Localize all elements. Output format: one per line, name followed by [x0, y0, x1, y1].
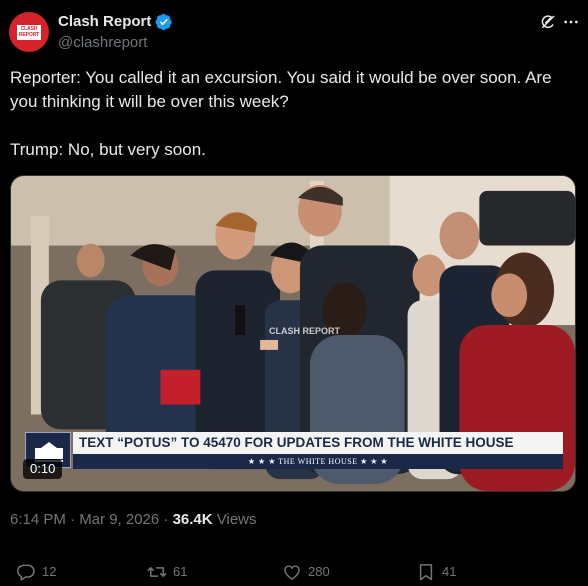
timestamp[interactable]: 6:14 PM · Mar 9, 2026 · — [10, 511, 173, 528]
tweet-text: Reporter: You called it an excursion. Yo… — [10, 68, 552, 159]
repost-icon — [147, 567, 167, 577]
action-bar: 12 61 280 41 — [10, 562, 580, 584]
tweet-header: CLASH REPORT Clash Report @clashreport — [9, 10, 579, 56]
views-label: Views — [212, 511, 257, 528]
like-button[interactable]: 280 — [282, 562, 330, 582]
tweet-meta: 6:14 PM · Mar 9, 2026 · 36.4K Views — [10, 511, 257, 529]
chyron-sub: ★ ★ ★ THE WHITE HOUSE ★ ★ ★ — [73, 454, 563, 469]
handle[interactable]: @clashreport — [58, 34, 147, 52]
repost-button[interactable]: 61 — [147, 562, 187, 582]
avatar-logo: CLASH REPORT — [17, 25, 41, 40]
display-name[interactable]: Clash Report — [58, 13, 151, 31]
reply-button[interactable]: 12 — [16, 562, 56, 582]
video-player[interactable]: CLASH REPORT TEXT “POTUS” TO 45470 FOR U… — [10, 175, 576, 492]
grok-icon[interactable] — [539, 13, 557, 31]
reply-icon — [16, 564, 35, 581]
chyron-main: TEXT “POTUS” TO 45470 FOR UPDATES FROM T… — [73, 432, 563, 454]
heart-icon — [284, 565, 300, 580]
video-duration: 0:10 — [23, 459, 63, 479]
bookmark-icon — [419, 564, 433, 581]
bookmark-button[interactable]: 41 — [416, 562, 456, 582]
like-count: 280 — [308, 564, 330, 579]
name-row: Clash Report — [58, 13, 173, 31]
more-options-icon[interactable] — [563, 14, 579, 30]
watermark: CLASH REPORT — [269, 326, 341, 336]
avatar[interactable]: CLASH REPORT — [9, 12, 49, 52]
verified-badge-icon — [155, 13, 173, 31]
bookmark-count: 41 — [442, 564, 457, 579]
repost-count: 61 — [173, 564, 188, 579]
reply-count: 12 — [42, 564, 57, 579]
views-count: 36.4K — [172, 511, 213, 528]
